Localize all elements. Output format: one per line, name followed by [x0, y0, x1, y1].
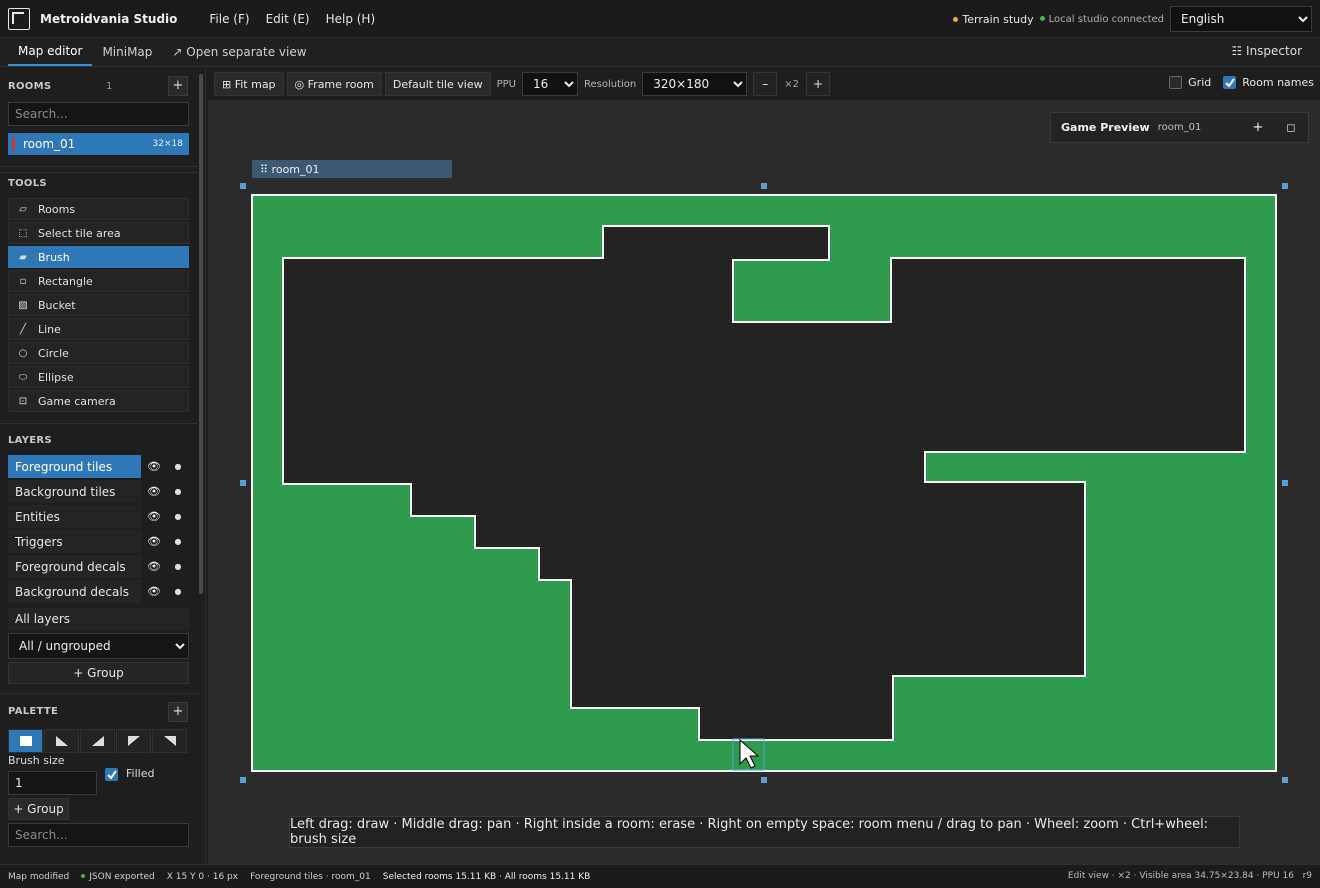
resize-handle[interactable] [1282, 480, 1288, 486]
resize-handle[interactable] [1282, 777, 1288, 783]
status-modified: Map modified [8, 871, 70, 882]
status-exported: JSON exported [81, 872, 155, 882]
status-layer: Foreground tiles · room_01 [250, 871, 371, 882]
game-preview-maximize-button[interactable]: ◻ [1282, 119, 1300, 137]
game-preview-panel: Game Preview room_01 + ◻ [1050, 112, 1309, 143]
resize-handle[interactable] [240, 777, 246, 783]
status-revision: r9 [1302, 871, 1312, 881]
status-view-info: Edit view · ×2 · Visible area 34.75×23.8… [1067, 871, 1312, 881]
status-cursor: X 15 Y 0 · 16 px [166, 871, 239, 882]
room-name-tag[interactable]: ⠿ room_01 [252, 160, 452, 178]
game-preview-title: Game Preview [1061, 121, 1150, 134]
exported-dot-icon [81, 874, 86, 878]
controls-hint: Left drag: draw · Middle drag: pan · Rig… [289, 816, 1240, 848]
resize-handle[interactable] [240, 480, 246, 486]
resize-handle[interactable] [1282, 183, 1288, 189]
resize-handle[interactable] [761, 183, 767, 189]
status-bar: Map modified JSON exported X 15 Y 0 · 16… [0, 864, 1320, 888]
game-preview-add-button[interactable]: + [1249, 119, 1267, 137]
resize-handle[interactable] [761, 777, 767, 783]
game-preview-room: room_01 [1157, 122, 1202, 133]
status-sizes: Selected rooms 15.11 KB · All rooms 15.1… [382, 871, 591, 882]
resize-handle[interactable] [240, 183, 246, 189]
